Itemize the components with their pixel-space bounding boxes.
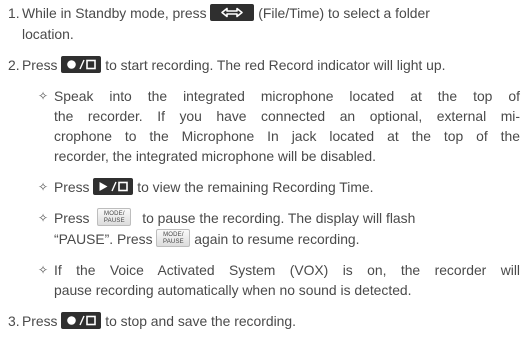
step-number: 2. xyxy=(8,57,20,73)
bullet-3-line-2: “PAUSE”. Press MODE/ PAUSE again to resu… xyxy=(54,229,360,249)
bullet-glyph: ✧ xyxy=(38,211,49,225)
step-1-text: (File/Time) to select a folder xyxy=(258,5,430,21)
mode-pause-key-top: MODE/ xyxy=(163,232,184,238)
mode-pause-icon: MODE/ PAUSE xyxy=(97,208,132,226)
step-1-text: While in Standby mode, press xyxy=(22,5,207,21)
bullet-2-text: to view the remaining Recording Time. xyxy=(137,179,374,195)
step-2-text: Press xyxy=(22,57,58,73)
step-3-line-1: Press to stop and save the recording. xyxy=(22,311,296,331)
bullet-1-line: the recorder. If you have connected an o… xyxy=(54,108,520,124)
bullet-1-line: Speak into the integrated microphone loc… xyxy=(54,88,520,104)
record-stop-icon xyxy=(61,56,102,73)
step-number: 3. xyxy=(8,313,20,329)
bullet-3-line-1: Press MODE/ PAUSE to pause the recording… xyxy=(54,208,415,228)
bullet-3-text: again to resume recording. xyxy=(194,231,360,247)
step-2-line-1: Press to start recording. The red Record… xyxy=(22,55,445,75)
bullet-1-line: recorder, the integrated microphone will… xyxy=(54,148,376,164)
mode-pause-key-top: MODE/ xyxy=(104,211,125,217)
bullet-glyph: ✧ xyxy=(38,89,49,103)
step-3-text: to stop and save the recording. xyxy=(105,313,296,329)
bullet-glyph: ✧ xyxy=(38,263,49,277)
bullet-4-line: pause recording automatically when no so… xyxy=(54,282,412,298)
record-stop-icon xyxy=(61,312,102,329)
bullet-2-text: Press xyxy=(54,179,90,195)
step-2-text: to start recording. The red Record indic… xyxy=(105,57,446,73)
step-number: 1. xyxy=(8,5,20,21)
mode-pause-key-bottom: PAUSE xyxy=(103,218,125,224)
bullet-3-text: to pause the recording. The display will… xyxy=(142,210,416,226)
mode-pause-key-bottom: PAUSE xyxy=(162,239,184,245)
bullet-2-line: Press to view the remaining Recording Ti… xyxy=(54,177,373,197)
bullet-3-text: Press xyxy=(54,210,90,226)
step-1-line-1: While in Standby mode, press (File/Time)… xyxy=(22,3,430,23)
step-1-line-2: location. xyxy=(22,26,74,42)
play-stop-icon xyxy=(93,178,134,195)
bullet-glyph: ✧ xyxy=(38,180,49,194)
bullet-4-line: If the Voice Activated System (VOX) is o… xyxy=(54,262,520,278)
step-3-text: Press xyxy=(22,313,58,329)
mode-pause-icon: MODE/ PAUSE xyxy=(156,229,191,247)
bullet-1-line: crophone to the Microphone In jack locat… xyxy=(54,128,520,144)
file-time-icon xyxy=(210,4,255,21)
bullet-3-text: “PAUSE”. Press xyxy=(54,231,153,247)
